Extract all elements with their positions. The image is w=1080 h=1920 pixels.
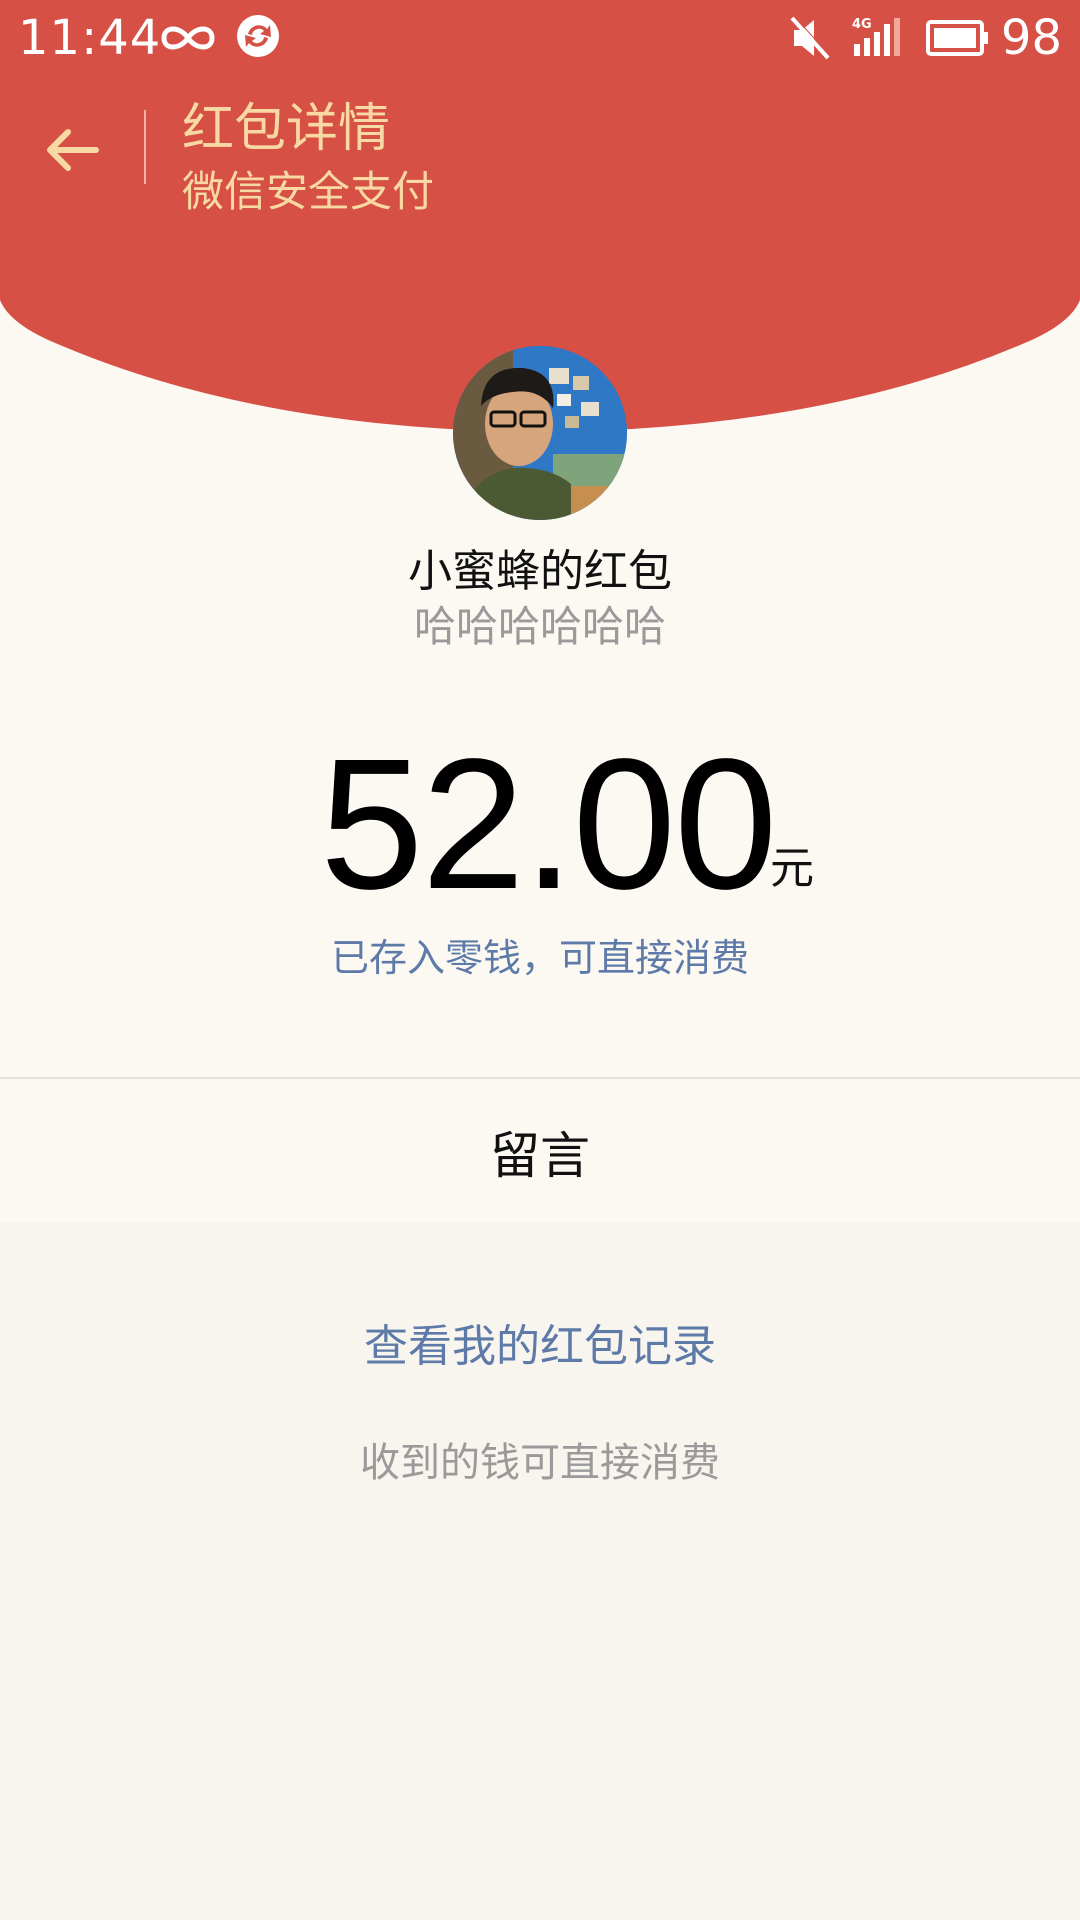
sync-icon bbox=[237, 15, 279, 57]
section-divider bbox=[0, 1077, 1080, 1079]
back-button[interactable] bbox=[30, 110, 120, 190]
back-arrow-icon bbox=[47, 129, 99, 171]
status-time: 11:44 bbox=[18, 10, 162, 66]
amount-unit: 元 bbox=[770, 843, 814, 894]
status-bar: 11:44 4G 98 bbox=[0, 0, 1080, 78]
avatar[interactable] bbox=[453, 346, 627, 520]
records-link[interactable]: 查看我的红包记录 bbox=[0, 1310, 1080, 1374]
wish-text: 哈哈哈哈哈哈 bbox=[413, 602, 666, 651]
page-title: 红包详情 bbox=[182, 99, 391, 159]
mute-icon bbox=[790, 16, 830, 60]
red-packet-detail-screen: 11:44 4G 98 红包详情 微信安全支付 小蜜蜂的红包 哈哈哈哈哈哈 52… bbox=[0, 0, 1080, 1920]
battery-percent: 98 bbox=[1000, 10, 1062, 66]
svg-text:4G: 4G bbox=[852, 17, 872, 32]
avatar-photo bbox=[453, 346, 627, 520]
footer-note: 收到的钱可直接消费 bbox=[360, 1440, 720, 1486]
page-subtitle: 微信安全支付 bbox=[182, 167, 435, 216]
title-divider bbox=[144, 110, 146, 184]
battery-icon bbox=[926, 20, 988, 56]
message-button[interactable]: 留言 bbox=[0, 1116, 1080, 1188]
signal-4g-icon: 4G bbox=[852, 17, 900, 56]
sender-label: 小蜜蜂的红包 bbox=[408, 546, 672, 597]
infinity-icon bbox=[161, 26, 215, 50]
stored-note[interactable]: 已存入零钱，可直接消费 bbox=[0, 927, 1080, 982]
amount-value: 52.00 bbox=[320, 721, 777, 928]
